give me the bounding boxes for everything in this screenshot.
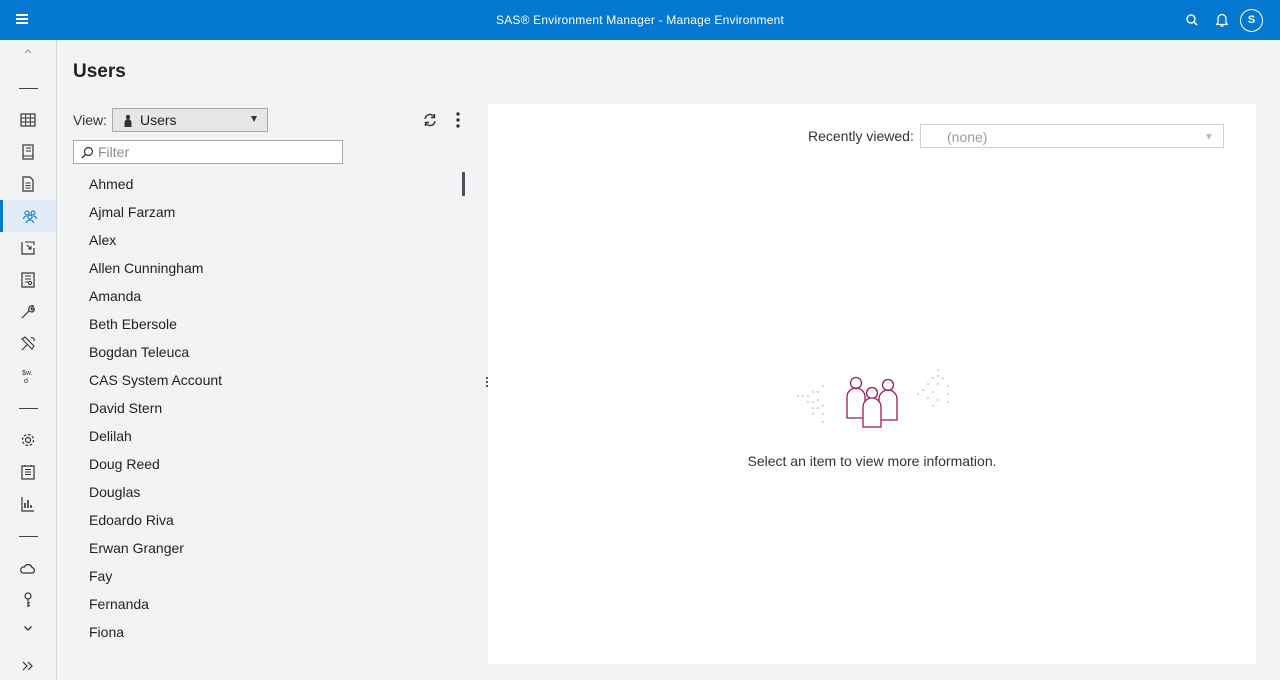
user-list-item[interactable]: Bogdan Teleuca: [73, 338, 463, 366]
recently-viewed-select[interactable]: (none): [920, 124, 1224, 148]
search-icon[interactable]: [1182, 10, 1202, 30]
rail-divider: [19, 408, 38, 409]
user-list-item[interactable]: CAS System Account: [73, 366, 463, 394]
view-label: View:: [73, 112, 107, 128]
user-list-item[interactable]: Fay: [73, 562, 463, 590]
user-avatar[interactable]: S: [1240, 9, 1263, 32]
filter-input[interactable]: [98, 143, 338, 161]
user-list-item[interactable]: Beth Ebersole: [73, 310, 463, 338]
wrench-icon[interactable]: [0, 296, 56, 328]
user-list-item[interactable]: Ajmal Farzam: [73, 198, 463, 226]
user-list-item[interactable]: Douglas: [73, 478, 463, 506]
tools-icon[interactable]: [0, 328, 56, 360]
user-list-item[interactable]: Edoardo Riva: [73, 506, 463, 534]
dropdown-caret-icon: [251, 116, 257, 122]
user-list: Ahmed Ajmal Farzam Alex Allen Cunningham Ama…: [73, 170, 463, 648]
user-list-item[interactable]: Fernanda: [73, 590, 463, 618]
grid-icon[interactable]: [0, 104, 56, 136]
person-icon: [124, 114, 132, 127]
empty-state-message: Select an item to view more information.: [747, 453, 997, 469]
key-icon[interactable]: [0, 584, 56, 616]
recently-viewed-label: Recently viewed:: [808, 128, 914, 144]
top-bar: SAS® Environment Manager - Manage Enviro…: [0, 0, 1280, 40]
list-scrollbar[interactable]: [462, 172, 465, 196]
user-list-item[interactable]: Doug Reed: [73, 450, 463, 478]
book-icon[interactable]: [0, 136, 56, 168]
chevron-up-icon[interactable]: [0, 40, 56, 64]
gear-icon[interactable]: [0, 424, 56, 456]
expand-icon[interactable]: [0, 650, 56, 680]
page-title: Users: [73, 61, 126, 82]
filter-field[interactable]: [73, 140, 343, 164]
user-list-item[interactable]: David Stern: [73, 394, 463, 422]
user-list-item[interactable]: Delilah: [73, 422, 463, 450]
report-icon[interactable]: [0, 264, 56, 296]
user-list-item[interactable]: Allen Cunningham: [73, 254, 463, 282]
user-list-item[interactable]: Ahmed: [73, 170, 463, 198]
users-icon[interactable]: [0, 200, 56, 232]
chevron-down-icon[interactable]: [0, 616, 56, 640]
svg-text:$w.: $w.: [22, 370, 33, 377]
search-icon: [81, 146, 94, 159]
log-icon[interactable]: [0, 456, 56, 488]
notification-bell-icon[interactable]: [1212, 10, 1232, 30]
format-icon[interactable]: $w. d: [0, 360, 56, 392]
view-select-value: Users: [140, 112, 177, 128]
detail-panel: Recently viewed: (none) Select an item t…: [488, 104, 1256, 664]
rail-divider: [19, 88, 38, 89]
user-list-item[interactable]: Fiona: [73, 618, 463, 646]
refresh-icon[interactable]: [421, 111, 439, 129]
app-title: SAS® Environment Manager - Manage Enviro…: [496, 13, 784, 27]
view-select[interactable]: Users: [112, 108, 268, 132]
svg-text:d: d: [24, 378, 28, 385]
user-list-item[interactable]: Amanda: [73, 282, 463, 310]
cloud-icon[interactable]: [0, 552, 56, 584]
users-empty-state-illustration: [797, 369, 949, 428]
document-icon[interactable]: [0, 168, 56, 200]
recently-viewed-value: (none): [947, 129, 988, 145]
rail-divider: [19, 536, 38, 537]
import-icon[interactable]: [0, 232, 56, 264]
more-options-icon[interactable]: [450, 111, 466, 129]
dropdown-caret-icon: [1206, 134, 1212, 140]
dashboard-icon[interactable]: [0, 488, 56, 520]
navigation-rail: $w. d: [0, 40, 57, 680]
user-list-item[interactable]: Erwan Granger: [73, 534, 463, 562]
user-list-item[interactable]: Alex: [73, 226, 463, 254]
